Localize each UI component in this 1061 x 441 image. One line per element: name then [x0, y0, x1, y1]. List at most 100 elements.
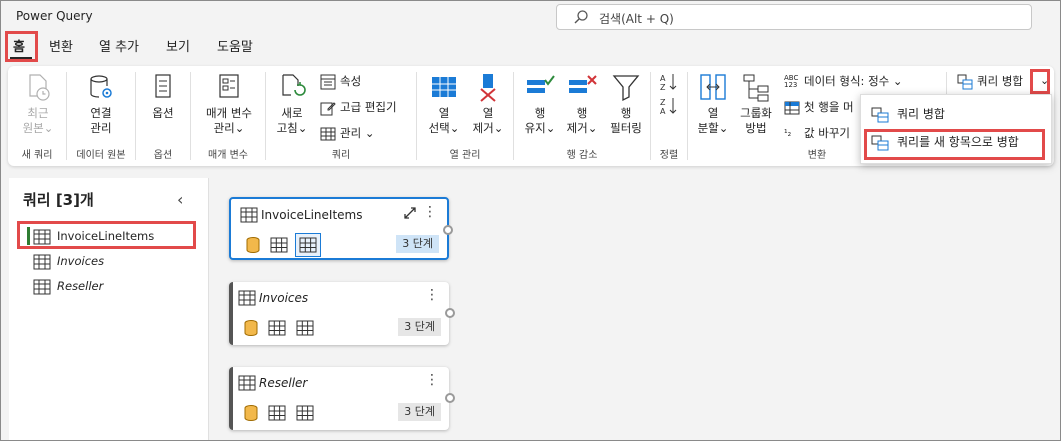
card-title: InvoiceLineItems	[261, 208, 363, 222]
search-icon	[574, 10, 588, 24]
query-card-reseller[interactable]: Reseller ⋮ 3 단계	[229, 367, 455, 430]
merge-queries-button[interactable]: 쿼리 병합	[957, 72, 1023, 90]
refresh-button[interactable]: 새로 고침⌄	[274, 72, 310, 136]
query-label: Invoices	[57, 254, 105, 268]
table-icon	[238, 375, 256, 391]
tab-transform[interactable]: 변환	[49, 36, 73, 55]
table-icon	[238, 290, 256, 306]
options-icon	[155, 74, 171, 98]
query-item-invoices[interactable]: Invoices	[33, 251, 104, 271]
group-label-query: 쿼리	[331, 150, 351, 161]
search-box[interactable]: 검색(Alt + Q)	[556, 4, 1032, 30]
recent-sources-button[interactable]: 최근 원본⌄	[20, 72, 56, 136]
search-placeholder: 검색(Alt + Q)	[599, 12, 674, 26]
first-row-label: 첫 행을 머	[804, 100, 854, 114]
replace-values-button[interactable]: ¹₂ 값 바꾸기	[784, 124, 850, 142]
remove-col-line2: 제거	[472, 121, 494, 135]
properties-button[interactable]: 속성	[320, 72, 361, 90]
keep-rows-icon	[527, 75, 555, 93]
steps-badge[interactable]: 3 단계	[398, 318, 441, 336]
highlight-merge-dropdown	[1030, 69, 1050, 94]
manage-connections-button[interactable]: 연결 관리	[83, 72, 119, 136]
data-type-dropdown[interactable]: ABC 123 데이터 형식: 정수 ⌄	[784, 72, 903, 90]
group-by-button[interactable]: 그룹화 방법	[734, 72, 778, 136]
steps-badge[interactable]: 3 단계	[396, 235, 439, 253]
database-icon[interactable]	[241, 403, 261, 423]
output-port[interactable]	[443, 225, 453, 235]
card-title: Reseller	[259, 376, 308, 390]
filter-line2: 필터링	[610, 121, 642, 135]
filter-line1: 행	[620, 106, 632, 120]
sort-ascending-icon[interactable]: AZ	[659, 72, 679, 92]
manage-query-button[interactable]: 관리 ⌄	[320, 124, 374, 142]
group-label-new-query: 새 쿼리	[21, 150, 53, 161]
split-column-button[interactable]: 열 분할⌄	[692, 72, 734, 136]
group-label-data-source: 데이터 원본	[76, 150, 126, 161]
choose-col-line1: 열	[438, 106, 450, 120]
remove-columns-icon	[480, 74, 496, 102]
queries-panel-title: 쿼리 [3]개	[23, 191, 94, 209]
sort-descending-icon[interactable]: ZA	[659, 96, 679, 116]
merge-queries-icon	[871, 107, 889, 122]
query-card-invoicelineitems[interactable]: InvoiceLineItems ⋮ 3 단계	[229, 197, 453, 260]
group-by-icon	[743, 74, 769, 102]
table-steps-icon[interactable]	[295, 318, 315, 338]
options-button[interactable]: 옵션	[145, 72, 181, 121]
menu-item-merge-queries[interactable]: 쿼리 병합	[871, 103, 945, 125]
table-icon	[33, 279, 51, 294]
group-new-query: 최근 원본⌄ 새 쿼리	[8, 66, 66, 166]
choose-col-line2: 선택	[428, 121, 450, 135]
tab-add-column[interactable]: 열 추가	[99, 36, 139, 55]
query-card-invoices[interactable]: Invoices ⋮ 3 단계	[229, 282, 455, 345]
svg-text:Z: Z	[660, 83, 666, 92]
advanced-editor-button[interactable]: 고급 편집기	[320, 98, 397, 116]
table-view-icon[interactable]	[269, 235, 289, 255]
params-line1: 매개 변수	[206, 106, 252, 120]
table-view-icon[interactable]	[267, 318, 287, 338]
table-view-icon[interactable]	[267, 403, 287, 423]
group-manage-columns: 열 선택⌄ 열 제거⌄ 열 관리	[417, 66, 513, 166]
remove-columns-button[interactable]: 열 제거⌄	[467, 72, 509, 136]
query-item-reseller[interactable]: Reseller	[33, 276, 103, 296]
keep-rows-button[interactable]: 행 유지⌄	[520, 72, 560, 136]
steps-badge[interactable]: 3 단계	[398, 403, 441, 421]
tab-help[interactable]: 도움말	[217, 36, 253, 55]
database-gear-icon	[90, 75, 112, 98]
card-title: Invoices	[259, 291, 309, 305]
more-options-icon[interactable]: ⋮	[425, 372, 439, 388]
queries-panel: 쿼리 [3]개 ‹ InvoiceLineItems Invoices Rese…	[9, 178, 209, 440]
manage-query-label: 관리	[340, 126, 362, 140]
replace-values-icon: ¹₂	[784, 128, 792, 139]
output-port[interactable]	[445, 393, 455, 403]
table-steps-icon[interactable]	[295, 403, 315, 423]
group-label-options: 옵션	[153, 150, 173, 161]
data-type-label: 데이터 형식: 정수	[804, 74, 890, 88]
more-options-icon[interactable]: ⋮	[425, 287, 439, 303]
database-icon[interactable]	[241, 318, 261, 338]
group-options: 옵션 옵션	[136, 66, 190, 166]
group-reduce-rows: 행 유지⌄ 행 제거⌄ 행 필터링 행 감소	[514, 66, 650, 166]
expand-icon[interactable]	[403, 206, 417, 220]
database-icon[interactable]	[243, 235, 263, 255]
params-line2: 관리	[213, 121, 235, 135]
tab-home-underline	[10, 57, 32, 59]
tab-view[interactable]: 보기	[166, 36, 190, 55]
manage-line2: 관리	[90, 121, 112, 135]
menu-item-merge-queries-label: 쿼리 병합	[897, 107, 945, 121]
table-steps-icon-active[interactable]	[295, 233, 321, 257]
highlight-invoicelineitems	[17, 221, 196, 249]
remove-rows-line2: 제거	[566, 121, 588, 135]
group-label-columns: 열 관리	[449, 150, 481, 161]
collapse-panel-icon[interactable]: ‹	[177, 190, 183, 209]
merge-queries-label: 쿼리 병합	[977, 74, 1023, 88]
more-options-icon[interactable]: ⋮	[423, 204, 437, 220]
remove-rows-button[interactable]: 행 제거⌄	[562, 72, 602, 136]
manage-parameters-button[interactable]: 매개 변수 관리⌄	[199, 72, 259, 136]
options-label: 옵션	[152, 106, 174, 120]
filter-rows-button[interactable]: 행 필터링	[604, 72, 648, 136]
use-first-row-button[interactable]: 첫 행을 머	[784, 98, 854, 116]
advanced-editor-icon	[320, 101, 336, 115]
choose-columns-button[interactable]: 열 선택⌄	[423, 72, 465, 136]
output-port[interactable]	[445, 308, 455, 318]
group-data-source: 연결 관리 데이터 원본	[67, 66, 135, 166]
